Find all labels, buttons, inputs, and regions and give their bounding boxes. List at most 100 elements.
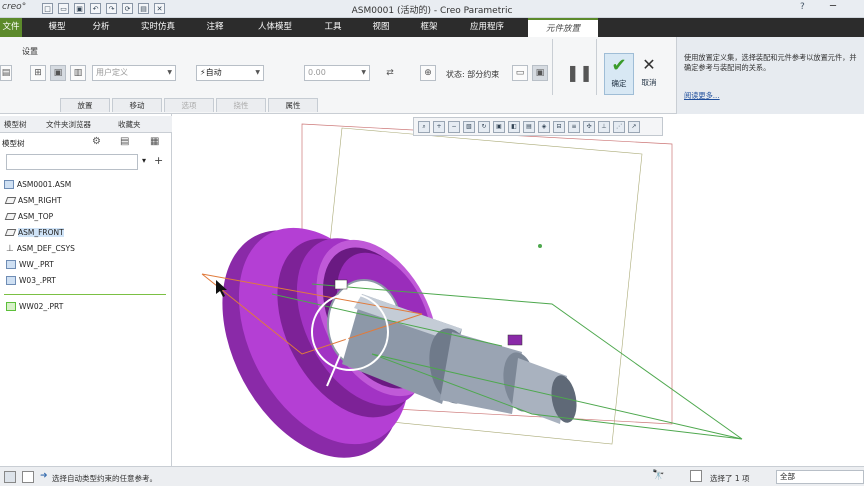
view-manager-icon[interactable]: ▤ [523, 120, 535, 133]
perspective-icon[interactable]: ◈ [538, 120, 550, 133]
separate-window-icon[interactable]: ▭ [512, 65, 528, 81]
tree-item-asm-def-csys[interactable]: ⊥ ASM_DEF_CSYS [6, 242, 75, 255]
point-display-icon[interactable]: ⋰ [613, 120, 625, 133]
help-icon[interactable]: ? [800, 2, 805, 12]
tree-show-icon[interactable]: ▤ [120, 136, 129, 147]
subtab-flexibility[interactable]: 挠性 [216, 98, 266, 112]
placement-icon[interactable]: ▤ [0, 65, 12, 81]
display-style-icon[interactable]: ◧ [508, 120, 520, 133]
tree-search-input[interactable] [6, 154, 138, 170]
tree-item-ww02-prt[interactable]: WW02_.PRT [6, 300, 63, 313]
tree-item-label: WW02_.PRT [19, 302, 64, 311]
title-bar: creo° □ ▭ ▣ ↶ ↷ ⟳ ▤ ✕ ASM0001 (活动的) - Cr… [0, 0, 864, 18]
assembly-window-icon[interactable]: ▣ [532, 65, 548, 81]
tab-tools[interactable]: 工具 [318, 18, 348, 37]
connection-icon[interactable]: ▣ [50, 65, 66, 81]
tab-model[interactable]: 模型 [42, 18, 72, 37]
zoom-in-icon[interactable]: + [433, 120, 445, 133]
constraint-type-value: 用户定义 [96, 68, 128, 77]
move-component-icon[interactable]: ⊞ [30, 65, 46, 81]
flip-icon[interactable]: ⇄ [382, 65, 398, 81]
subtab-options[interactable]: 选项 [164, 98, 214, 112]
subtab-properties[interactable]: 属性 [268, 98, 318, 112]
spin-center-icon[interactable]: ✣ [583, 120, 595, 133]
minimize-icon[interactable]: ─ [830, 1, 836, 12]
auto-constraint-select[interactable]: ⚡自动 ▼ [196, 65, 264, 81]
cancel-button[interactable]: ✕ 取消 [636, 53, 662, 95]
navigator-panel: 模型树 文件夹浏览器 收藏夹 模型树 ⚙ ▤ ▦ ▾ + ASM0001.ASM… [0, 114, 172, 466]
csys-icon: ⊥ [6, 243, 14, 254]
constraint-list-icon[interactable]: ▥ [70, 65, 86, 81]
divider [552, 39, 553, 95]
tab-component-placement[interactable]: 元件放置 [528, 18, 598, 37]
find-icon[interactable]: 🔭 [652, 470, 664, 481]
tree-item-asm-right[interactable]: ASM_RIGHT [4, 194, 62, 207]
tree-item-w03-prt[interactable]: W03_.PRT [6, 274, 56, 287]
tab-applications[interactable]: 应用程序 [462, 18, 512, 37]
selection-icon[interactable] [690, 470, 702, 482]
chevron-down-icon[interactable]: ▾ [142, 156, 146, 165]
tab-view[interactable]: 视图 [366, 18, 396, 37]
tab-file[interactable]: 文件 [0, 18, 22, 37]
tree-item-label: ASM_FRONT [18, 228, 64, 237]
chevron-down-icon: ▼ [255, 69, 260, 76]
tree-item-asm-front[interactable]: ASM_FRONT [4, 226, 64, 239]
tab-live-simulation[interactable]: 实时仿真 [133, 18, 183, 37]
tab-manikin[interactable]: 人体模型 [250, 18, 300, 37]
zoom-out-icon[interactable]: − [448, 120, 460, 133]
tree-item-asm[interactable]: ASM0001.ASM [4, 178, 71, 191]
tab-model-tree[interactable]: 模型树 [4, 119, 27, 130]
ok-button[interactable]: ✔ 确定 [604, 53, 634, 95]
tab-folder-browser[interactable]: 文件夹浏览器 [46, 119, 91, 130]
close-icon: ✕ [642, 55, 656, 74]
constraint-label [507, 334, 523, 346]
part-icon [6, 276, 16, 285]
tab-analysis[interactable]: 分析 [86, 18, 116, 37]
browser-toggle-icon[interactable] [22, 471, 34, 483]
csys-display-icon[interactable]: ↗ [628, 120, 640, 133]
status-label: 状态: 部分约束 [446, 70, 500, 79]
status-bar: ➜ 选择自动类型约束的任意参考。 🔭 选择了 1 项 全部 [0, 466, 864, 486]
ok-label: 确定 [611, 79, 627, 88]
filter-value: 全部 [780, 472, 795, 481]
message-arrow-icon: ➜ [40, 471, 48, 481]
annotation-display-icon[interactable]: ≡ [568, 120, 580, 133]
reorient-icon[interactable]: ↻ [478, 120, 490, 133]
subtab-placement[interactable]: 放置 [60, 98, 110, 112]
pause-icon[interactable]: ❚❚ [566, 63, 593, 82]
constraint-type-select[interactable]: 用户定义 ▼ [92, 65, 176, 81]
tab-framework[interactable]: 框架 [414, 18, 444, 37]
selection-filter-select[interactable]: 全部 [776, 470, 864, 484]
read-more-link[interactable]: 阅读更多... [684, 91, 720, 101]
navigator-tabs: 模型树 文件夹浏览器 收藏夹 [0, 116, 172, 133]
tree-columns-icon[interactable]: ▦ [150, 136, 159, 147]
axis-display-icon[interactable]: ⊥ [598, 120, 610, 133]
tab-annotate[interactable]: 注释 [200, 18, 230, 37]
datum-plane-icon [4, 213, 17, 220]
constraint-status-icon: ⊕ [420, 65, 436, 81]
context-help-panel: 使用放置定义集，选择装配和元件参考以放置元件，并确定参考与装配间的关系。 阅读更… [676, 37, 864, 114]
tree-item-label: ASM0001.ASM [17, 180, 72, 189]
tree-item-label: W03_.PRT [19, 276, 56, 285]
offset-value: 0.00 [308, 68, 326, 77]
saved-views-icon[interactable]: ▣ [493, 120, 505, 133]
offset-input[interactable]: 0.00 ▼ [304, 65, 370, 81]
selection-count: 选择了 1 项 [710, 474, 750, 483]
tree-item-label: ASM_DEF_CSYS [16, 244, 75, 253]
tab-favorites[interactable]: 收藏夹 [118, 119, 141, 130]
subtab-move[interactable]: 移动 [112, 98, 162, 112]
datum-display-icon[interactable]: ⊟ [553, 120, 565, 133]
repaint-icon[interactable]: ▧ [463, 120, 475, 133]
add-icon[interactable]: + [154, 154, 163, 167]
tree-item-ww-prt[interactable]: WW_.PRT [6, 258, 54, 271]
divider [596, 39, 597, 95]
window-title: ASM0001 (活动的) - Creo Parametric [351, 6, 513, 16]
refit-icon[interactable]: ⌕ [418, 120, 430, 133]
tree-item-asm-top[interactable]: ASM_TOP [4, 210, 53, 223]
navigator-toggle-icon[interactable] [4, 471, 16, 483]
help-text: 使用放置定义集，选择装配和元件参考以放置元件，并确定参考与装配间的关系。 [684, 53, 857, 72]
graphics-viewport[interactable] [172, 114, 864, 466]
tree-settings-icon[interactable]: ⚙ [92, 136, 101, 147]
assembly-icon [4, 180, 14, 189]
insert-here-marker [4, 294, 166, 295]
